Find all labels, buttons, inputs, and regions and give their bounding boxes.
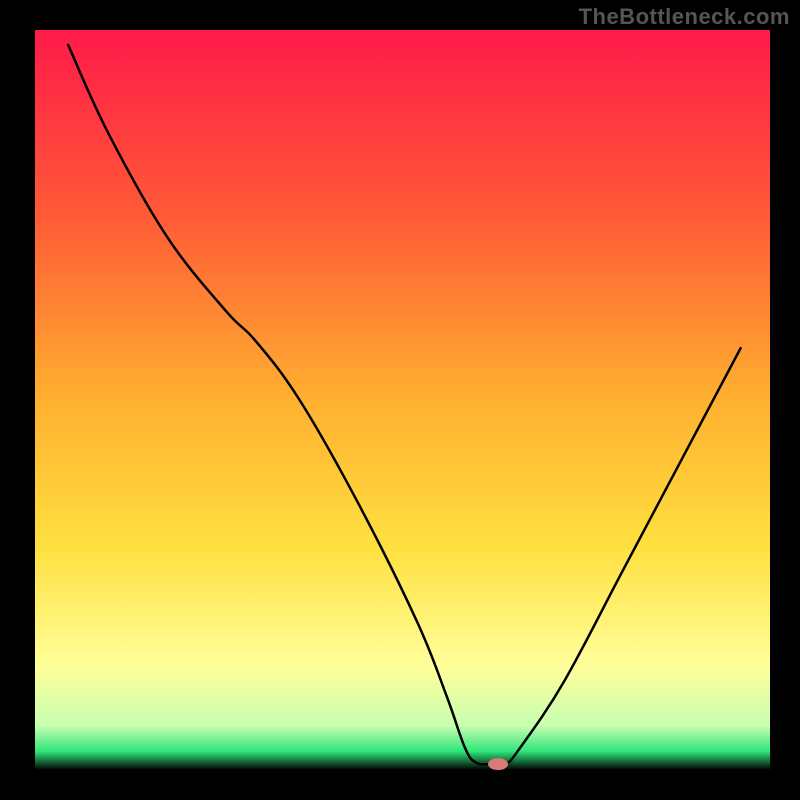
plot-gradient-bg xyxy=(35,30,770,770)
optimal-point xyxy=(488,758,508,770)
chart-container: TheBottleneck.com xyxy=(0,0,800,800)
bottleneck-chart xyxy=(0,0,800,800)
watermark-label: TheBottleneck.com xyxy=(579,4,790,30)
